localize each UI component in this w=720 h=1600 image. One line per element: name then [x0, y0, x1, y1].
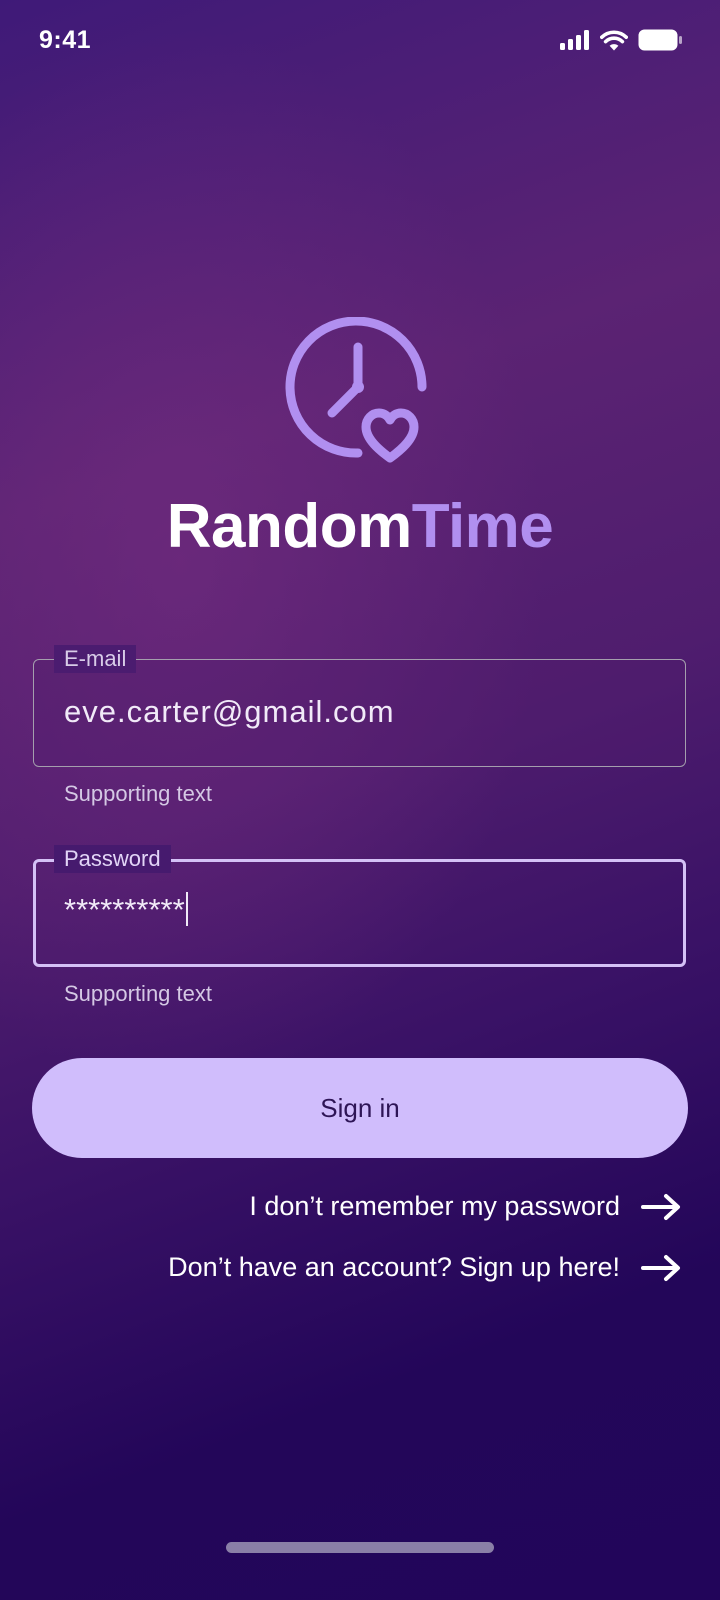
password-masked-text: ********** — [64, 892, 185, 927]
status-bar: 9:41 — [0, 0, 720, 80]
email-field[interactable]: E-mail eve.carter@gmail.com — [33, 645, 686, 767]
sign-up-label: Don’t have an account? Sign up here! — [168, 1252, 620, 1282]
app-name-part2: Time — [411, 492, 554, 561]
status-icons — [560, 28, 682, 52]
password-field-label: Password — [54, 845, 171, 873]
arrow-right-icon — [641, 1193, 680, 1220]
cellular-signal-icon — [560, 30, 589, 50]
email-field-value[interactable]: eve.carter@gmail.com — [64, 694, 395, 730]
app-name-part1: Random — [166, 492, 413, 561]
sign-in-button[interactable]: Sign in — [32, 1058, 688, 1158]
text-cursor — [185, 892, 188, 926]
password-field[interactable]: Password ********** — [33, 845, 686, 967]
forgot-password-label: I don’t remember my password — [249, 1191, 620, 1221]
battery-icon — [638, 29, 682, 51]
arrow-right-icon — [641, 1254, 680, 1281]
sign-in-button-label: Sign in — [320, 1092, 400, 1123]
password-field-value[interactable]: ********** — [64, 892, 188, 928]
email-field-label: E-mail — [54, 645, 137, 673]
sign-up-link[interactable]: Don’t have an account? Sign up here! — [168, 1252, 682, 1283]
email-supporting-text: Supporting text — [64, 781, 212, 806]
status-time: 9:41 — [39, 26, 92, 54]
wifi-icon — [600, 29, 628, 50]
home-indicator[interactable] — [226, 1542, 494, 1553]
app-name: RandomTime — [0, 490, 720, 564]
clock-heart-icon — [285, 317, 427, 463]
forgot-password-link[interactable]: I don’t remember my password — [249, 1191, 682, 1222]
password-supporting-text: Supporting text — [64, 981, 212, 1006]
